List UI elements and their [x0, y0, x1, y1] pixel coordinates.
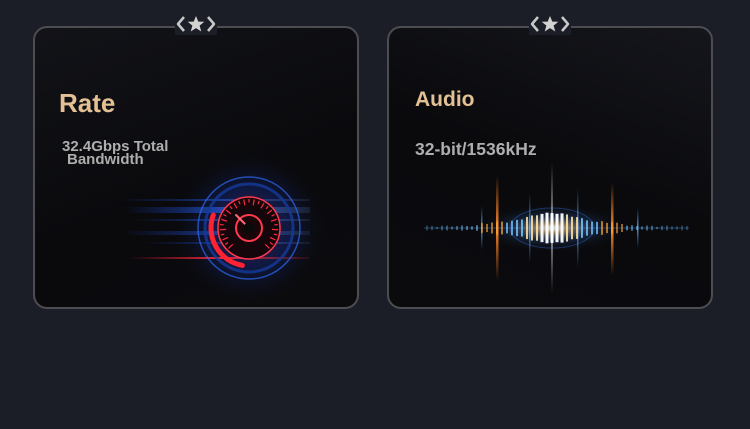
waveform-bar [576, 217, 578, 239]
star-badge [175, 13, 217, 35]
speed-streak [125, 207, 310, 213]
wave-spike-blue [529, 193, 531, 263]
audio-waveform-icon [424, 163, 689, 293]
audio-card: Audio 32-bit/1536kHz [387, 13, 713, 309]
waveform-bar [616, 222, 618, 234]
waveform-bar [631, 225, 633, 231]
waveform-bar [526, 216, 528, 240]
waveform-bar [586, 220, 588, 236]
waveform-bar [521, 219, 523, 237]
waveform-bar [611, 222, 613, 234]
gauge-tick [220, 233, 225, 236]
waveform-bar [531, 215, 533, 241]
waveform-bar [661, 225, 663, 231]
waveform-bar [471, 226, 473, 230]
speed-streak [123, 231, 310, 235]
audio-title: Audio [415, 88, 475, 111]
waveform-bar [686, 225, 688, 231]
waveform-bar [446, 225, 448, 231]
waveform-bar [636, 225, 638, 231]
waveform-bar [596, 221, 598, 235]
waveform-bar [426, 225, 428, 231]
waveform-bar [496, 221, 498, 235]
chevron-left-icon [530, 16, 539, 32]
waveform-bar [656, 226, 658, 230]
waveform-bar [431, 225, 433, 231]
waveform-bar [461, 225, 463, 231]
waveform-bar [476, 225, 478, 231]
rate-card: Rate 32.4Gbps Total Bandwidth [33, 13, 359, 309]
waveform-bar [506, 222, 508, 234]
star-badge [529, 13, 571, 35]
waveform-bar [581, 218, 583, 238]
chevron-left-icon [176, 16, 185, 32]
waveform-bar [545, 212, 549, 244]
waveform-bar [536, 215, 538, 241]
star-icon [187, 16, 205, 32]
waveform-bar [436, 226, 438, 230]
waveform-bar [681, 225, 683, 231]
waveform-bar [601, 221, 603, 235]
rate-title: Rate [59, 88, 116, 118]
waveform-bar [491, 222, 493, 234]
dial-center [243, 222, 255, 234]
waveform-bar [550, 213, 554, 243]
waveform-bar [671, 226, 673, 230]
waveform-bar [566, 214, 568, 242]
waveform-bar [451, 226, 453, 230]
waveform-bar [651, 225, 653, 231]
audio-subtitle: 32-bit/1536kHz [415, 139, 537, 159]
waveform-bar [646, 225, 648, 231]
waveform-bar [516, 219, 518, 237]
waveform-bar [666, 225, 668, 231]
feature-panel: Rate 32.4Gbps Total Bandwidth Audio 32-b… [0, 0, 750, 429]
waveform-bar [571, 216, 573, 240]
waveform-bar [606, 222, 608, 234]
waveform-bar [501, 221, 503, 235]
waveform-bar [555, 213, 559, 243]
waveform-bar [540, 213, 544, 243]
waveform-bar [486, 223, 488, 233]
waveform-bar [441, 225, 443, 231]
waveform-bar [641, 226, 643, 230]
rate-subtitle: 32.4Gbps Total Bandwidth [62, 138, 169, 168]
waveform-bar [456, 226, 458, 230]
waveform-bar [676, 226, 678, 230]
waveform-bar [481, 223, 483, 233]
star-badge-icon [176, 16, 216, 32]
waveform-bar [511, 220, 513, 236]
waveform-bar [466, 225, 468, 231]
star-icon [541, 16, 559, 32]
chevron-right-icon [561, 16, 570, 32]
waveform-bar [626, 225, 628, 231]
waveform-bar [591, 221, 593, 235]
star-badge-icon [530, 16, 570, 32]
gauge-tick [273, 233, 278, 236]
waveform-bar [621, 224, 623, 232]
chevron-right-icon [207, 16, 216, 32]
waveform-bar [560, 213, 564, 243]
